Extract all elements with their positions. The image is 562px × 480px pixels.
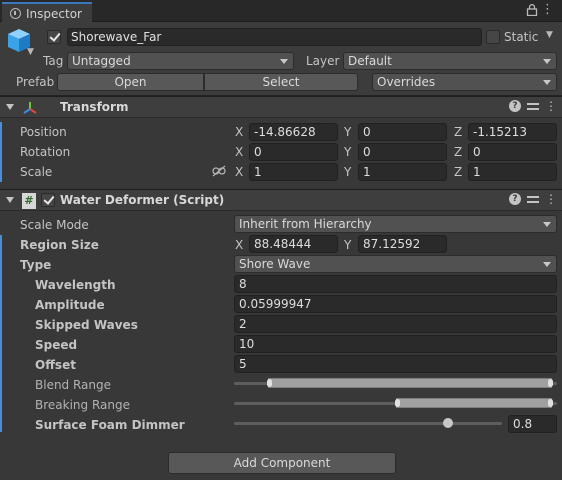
transform-header-icons: ? ⋮	[509, 100, 557, 112]
tab-label: Inspector	[26, 6, 82, 21]
rotation-y-field[interactable]: 0	[358, 143, 447, 161]
blend-range-handle[interactable]	[266, 378, 553, 388]
presets-icon[interactable]	[527, 100, 539, 112]
position-z-field[interactable]: -1.15213	[468, 123, 557, 141]
scale-z-label[interactable]: Z	[454, 165, 462, 179]
scale-x-field[interactable]: 1	[249, 163, 338, 181]
constrain-proportions-icon[interactable]	[212, 165, 226, 177]
transform-header[interactable]: Transform ? ⋮	[0, 96, 562, 118]
skipped-waves-field[interactable]: 2	[234, 315, 557, 333]
offset-field[interactable]: 5	[234, 355, 557, 373]
rotation-z-label[interactable]: Z	[454, 145, 462, 159]
help-icon[interactable]: ?	[509, 100, 521, 112]
static-dropdown-arrow[interactable]: ▼	[546, 30, 553, 40]
rotation-label: Rotation	[20, 145, 71, 159]
rotation-z-field[interactable]: 0	[468, 143, 557, 161]
breaking-range-label: Breaking Range	[35, 398, 130, 412]
static-label: Static	[504, 30, 539, 44]
position-x-label[interactable]: X	[235, 125, 243, 139]
scale-x-label[interactable]: X	[235, 165, 243, 179]
surface-foam-dimmer-label: Surface Foam Dimmer	[35, 418, 185, 432]
scale-y-label[interactable]: Y	[344, 165, 351, 179]
wavelength-label: Wavelength	[35, 278, 116, 292]
info-icon	[10, 8, 21, 19]
region-size-x-field[interactable]: 88.48444	[249, 235, 338, 253]
help-icon[interactable]: ?	[509, 193, 521, 205]
position-y-label[interactable]: Y	[344, 125, 351, 139]
skipped-waves-label: Skipped Waves	[35, 318, 138, 332]
position-label: Position	[20, 125, 67, 139]
override-marker	[0, 235, 2, 432]
speed-field[interactable]: 10	[234, 335, 557, 353]
speed-label: Speed	[35, 338, 78, 352]
wavelength-field[interactable]: 8	[234, 275, 557, 293]
layer-dropdown[interactable]: Default	[343, 52, 557, 70]
transform-axes-icon	[23, 102, 37, 114]
breaking-range-handle[interactable]	[394, 398, 554, 408]
water-deformer-header[interactable]: # Water Deformer (Script) ? ⋮	[0, 189, 562, 211]
tag-dropdown[interactable]: Untagged	[67, 52, 294, 70]
type-label: Type	[20, 258, 52, 272]
position-y-field[interactable]: 0	[358, 123, 447, 141]
amplitude-label: Amplitude	[35, 298, 105, 312]
csharp-script-icon: #	[22, 193, 36, 209]
rotation-y-label[interactable]: Y	[344, 145, 351, 159]
scale-y-field[interactable]: 1	[358, 163, 447, 181]
prefab-select-button[interactable]: Select	[204, 73, 358, 91]
scale-z-field[interactable]: 1	[468, 163, 557, 181]
transform-title: Transform	[60, 100, 129, 114]
scale-mode-dropdown[interactable]: Inherit from Hierarchy	[234, 215, 557, 233]
surface-foam-dimmer-track[interactable]	[234, 422, 502, 425]
active-checkbox[interactable]	[47, 30, 61, 44]
surface-foam-dimmer-knob[interactable]	[443, 418, 454, 428]
prefab-overrides-dropdown[interactable]: Overrides	[372, 73, 557, 91]
amplitude-field[interactable]: 0.05999947	[234, 295, 557, 313]
offset-label: Offset	[35, 358, 76, 372]
lock-icon[interactable]	[526, 4, 538, 16]
rotation-x-label[interactable]: X	[235, 145, 243, 159]
static-checkbox[interactable]	[486, 30, 500, 44]
context-menu-icon[interactable]: ⋮	[545, 100, 557, 112]
water-deformer-title: Water Deformer (Script)	[60, 193, 225, 207]
prefab-open-button[interactable]: Open	[57, 73, 204, 91]
blend-range-label: Blend Range	[35, 378, 112, 392]
scale-mode-label: Scale Mode	[20, 218, 89, 232]
gameobject-header: ▼ Shorewave_Far Static ▼ Tag Untagged La…	[0, 22, 562, 96]
prefab-label: Prefab	[16, 75, 55, 89]
gameobject-name-field[interactable]: Shorewave_Far	[67, 28, 482, 46]
region-size-y-field[interactable]: 87.12592	[358, 235, 447, 253]
region-size-x-label[interactable]: X	[235, 238, 243, 252]
position-z-label[interactable]: Z	[454, 125, 462, 139]
override-marker	[0, 122, 2, 182]
surface-foam-dimmer-field[interactable]: 0.8	[508, 415, 557, 433]
region-size-label: Region Size	[20, 238, 99, 252]
transform-foldout-arrow[interactable]	[6, 104, 14, 110]
region-size-y-label[interactable]: Y	[344, 238, 351, 252]
tag-label: Tag	[43, 54, 64, 68]
menu-icon[interactable]: ⋮	[541, 3, 554, 17]
scale-label: Scale	[20, 165, 53, 179]
layer-label: Layer	[306, 54, 340, 68]
component-enabled-checkbox[interactable]	[41, 193, 55, 207]
water-deformer-header-icons: ? ⋮	[509, 193, 557, 205]
add-component-button[interactable]: Add Component	[168, 452, 396, 474]
inspector-tab-bar: Inspector ⋮	[0, 0, 562, 22]
rotation-x-field[interactable]: 0	[249, 143, 338, 161]
context-menu-icon[interactable]: ⋮	[545, 193, 557, 205]
type-dropdown[interactable]: Shore Wave	[234, 255, 557, 273]
water-deformer-foldout-arrow[interactable]	[6, 197, 14, 203]
presets-icon[interactable]	[527, 193, 539, 205]
position-x-field[interactable]: -14.86628	[249, 123, 338, 141]
icon-dropdown-arrow[interactable]: ▼	[27, 47, 34, 57]
tab-inspector[interactable]: Inspector	[2, 2, 92, 22]
